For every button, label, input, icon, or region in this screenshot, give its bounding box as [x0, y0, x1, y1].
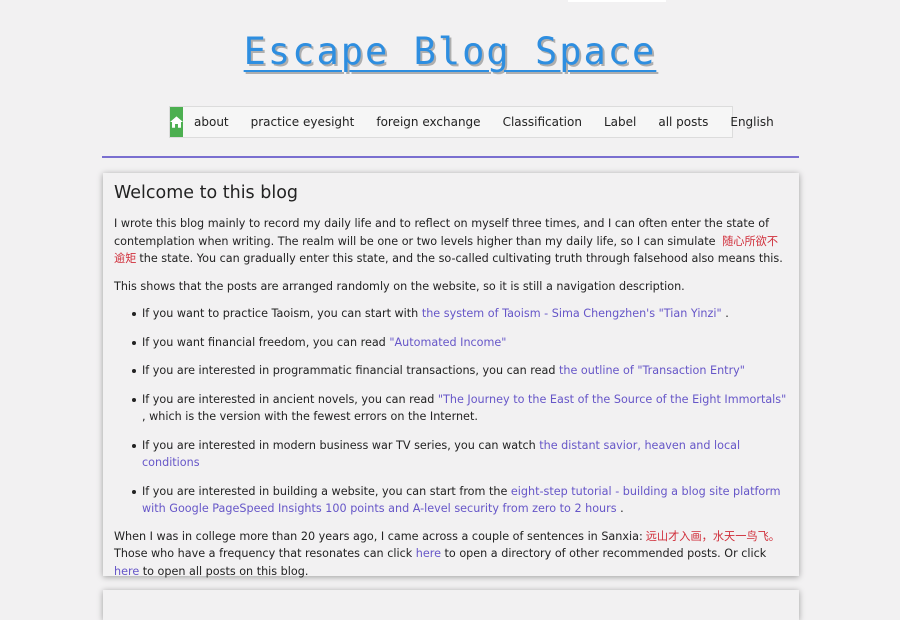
nav-item-english[interactable]: English: [719, 107, 784, 137]
post-paragraph-navigation: This shows that the posts are arranged r…: [114, 279, 685, 293]
list-item: If you are interested in programmatic fi…: [132, 362, 788, 380]
next-post-card: [103, 590, 799, 620]
intro-text-b: the state. You can gradually enter this …: [139, 252, 783, 265]
list-item-text: If you are interested in building a webs…: [142, 484, 511, 498]
transaction-entry-link[interactable]: the outline of "Transaction Entry": [559, 364, 745, 377]
list-item-suffix: , which is the version with the fewest e…: [142, 410, 478, 423]
post-title: Welcome to this blog: [114, 183, 299, 203]
post-paragraph-closing: When I was in college more than 20 years…: [114, 528, 788, 581]
header-divider: [102, 156, 799, 158]
list-item-text: If you are interested in modern business…: [142, 438, 540, 452]
site-title[interactable]: Escape Blog Space: [0, 30, 900, 73]
recommendation-list: If you want to practice Taoism, you can …: [114, 305, 788, 518]
closing-text-c: to open a directory of other recommended…: [440, 547, 767, 560]
closing-text-d: to open all posts on this blog.: [139, 564, 309, 578]
nav-item-label[interactable]: Label: [593, 107, 647, 137]
list-item: If you are interested in ancient novels,…: [132, 391, 788, 426]
list-item-text: If you want financial freedom, you can r…: [142, 335, 390, 349]
list-item: If you want financial freedom, you can r…: [132, 334, 788, 352]
list-item: If you want to practice Taoism, you can …: [132, 305, 788, 323]
browser-tab-strip: [568, 0, 666, 2]
list-item-text: If you are interested in ancient novels,…: [142, 392, 438, 406]
nav-item-classification[interactable]: Classification: [492, 107, 593, 137]
list-item-text: If you want to practice Taoism, you can …: [142, 307, 422, 320]
nav-item-foreign-exchange[interactable]: foreign exchange: [365, 107, 491, 137]
eight-immortals-link[interactable]: "The Journey to the East of the Source o…: [438, 393, 786, 406]
nav-home-button[interactable]: [170, 107, 183, 137]
list-item-text: If you are interested in programmatic fi…: [142, 364, 559, 377]
list-item-suffix: .: [721, 307, 729, 320]
list-item-suffix: .: [616, 502, 624, 515]
closing-text-b: Those who have a frequency that resonate…: [114, 547, 416, 560]
all-posts-link[interactable]: here: [114, 565, 139, 578]
welcome-post-card: Welcome to this blog I wrote this blog m…: [103, 173, 799, 578]
recommended-posts-link[interactable]: here: [416, 547, 441, 560]
list-item: If you are interested in modern business…: [132, 437, 788, 472]
intro-text-a: I wrote this blog mainly to record my da…: [114, 217, 770, 248]
taoism-link[interactable]: the system of Taoism - Sima Chengzhen's …: [422, 307, 722, 320]
closing-chinese-phrase: 远山才入画，水天一鸟飞。: [645, 529, 780, 543]
post-paragraph-intro: I wrote this blog mainly to record my da…: [114, 215, 788, 268]
nav-item-all-posts[interactable]: all posts: [647, 107, 719, 137]
list-item: If you are interested in building a webs…: [132, 483, 788, 518]
automated-income-link[interactable]: "Automated Income": [389, 336, 506, 349]
home-icon: [170, 116, 183, 128]
closing-text-a: When I was in college more than 20 years…: [114, 529, 643, 543]
nav-item-about[interactable]: about: [183, 107, 240, 137]
nav-item-practice-eyesight[interactable]: practice eyesight: [240, 107, 366, 137]
main-nav: about practice eyesight foreign exchange…: [169, 106, 774, 138]
